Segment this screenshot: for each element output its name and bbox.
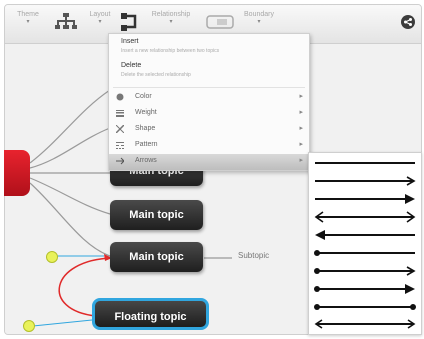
main-topic[interactable]: Main topic [110, 242, 203, 272]
main-topic-label: Main topic [129, 209, 184, 221]
arrow-style-left-arrow[interactable] [315, 230, 415, 240]
arrow-style-submenu [308, 152, 422, 335]
menu-item-weight[interactable]: Weight ▸ [109, 106, 309, 122]
subtopic[interactable]: Subtopic [238, 251, 269, 260]
weight-icon [116, 109, 124, 117]
relationship-handle[interactable] [23, 320, 35, 332]
arrows-icon [116, 157, 125, 165]
insert-title: Insert [121, 38, 139, 45]
pattern-label: Pattern [135, 141, 158, 148]
arrow-style-arrow-both-narrow[interactable] [314, 319, 416, 329]
chevron-right-icon: ▸ [299, 93, 303, 100]
chevron-right-icon: ▸ [299, 109, 303, 116]
menu-divider [113, 87, 305, 88]
relationship-context-menu: Insert Insert a new relationship between… [108, 33, 310, 171]
menu-item-arrows[interactable]: Arrows ▸ [109, 154, 309, 170]
arrow-style-right-arrow-large[interactable] [315, 194, 415, 204]
central-topic[interactable] [4, 150, 30, 196]
floating-topic[interactable]: Floating topic [92, 298, 209, 330]
chevron-right-icon: ▸ [299, 141, 303, 148]
arrow-style-dot-right-arrow[interactable] [314, 266, 416, 276]
weight-label: Weight [135, 109, 157, 116]
menu-item-pattern[interactable]: Pattern ▸ [109, 138, 309, 154]
floating-topic-label: Floating topic [114, 311, 187, 323]
color-icon [116, 93, 124, 101]
chevron-right-icon: ▸ [299, 157, 303, 164]
menu-item-color[interactable]: Color ▸ [109, 90, 309, 106]
pattern-icon [116, 141, 124, 149]
arrow-style-right-arrow[interactable] [315, 176, 416, 186]
chevron-right-icon: ▸ [299, 125, 303, 132]
insert-description: Insert a new relationship between two to… [121, 48, 220, 54]
color-label: Color [135, 93, 152, 100]
menu-item-delete[interactable]: Delete Delete the selected relationship [109, 62, 309, 80]
main-topic[interactable]: Main topic [110, 200, 203, 230]
relationship-handle[interactable] [46, 251, 58, 263]
arrow-style-dot-dot[interactable] [314, 304, 416, 310]
arrow-style-both-arrows[interactable] [314, 211, 416, 223]
shape-label: Shape [135, 125, 156, 132]
arrow-style-dot-left[interactable] [314, 250, 415, 256]
main-topic-label: Main topic [129, 251, 184, 263]
delete-description: Delete the selected relationship [121, 72, 191, 78]
delete-title: Delete [121, 62, 142, 69]
menu-item-insert[interactable]: Insert Insert a new relationship between… [109, 38, 309, 56]
arrow-style-dot-both[interactable] [314, 284, 415, 294]
shape-icon [115, 124, 125, 134]
arrows-label: Arrows [135, 157, 157, 164]
menu-item-shape[interactable]: Shape ▸ [109, 122, 309, 138]
